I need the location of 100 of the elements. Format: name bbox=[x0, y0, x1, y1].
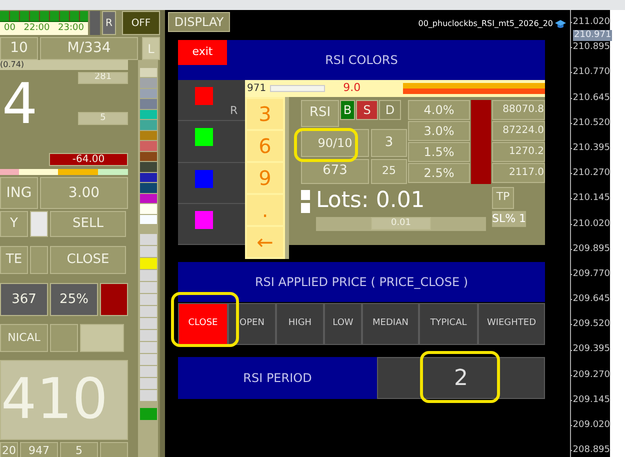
setting-value: 25 bbox=[371, 158, 407, 184]
period-value: 2 bbox=[377, 357, 545, 399]
tp-button[interactable]: TP bbox=[492, 186, 514, 208]
price-option-button[interactable]: CLOSE bbox=[178, 303, 228, 345]
time-label: 23:00 bbox=[58, 22, 84, 35]
r-button[interactable]: R bbox=[102, 11, 116, 35]
amount-value: 1270.2 bbox=[492, 142, 545, 162]
color-swatch[interactable] bbox=[140, 130, 157, 140]
tool-button[interactable] bbox=[140, 390, 157, 401]
slider-thumb[interactable]: 0.01 bbox=[371, 217, 431, 230]
tool-button[interactable] bbox=[140, 342, 157, 353]
exit-button[interactable]: exit bbox=[178, 40, 227, 65]
color-swatch[interactable] bbox=[140, 110, 157, 119]
time-label: 00 bbox=[4, 22, 16, 35]
tool-button[interactable] bbox=[140, 378, 157, 389]
toggle-button[interactable] bbox=[30, 211, 48, 237]
empty-button[interactable] bbox=[50, 324, 78, 352]
tag-icon[interactable] bbox=[140, 258, 157, 269]
account-field: M/334 bbox=[40, 37, 138, 60]
price-option-button[interactable]: HIGH bbox=[276, 303, 324, 345]
keypad-key[interactable]: 3 bbox=[247, 98, 283, 128]
price-display: 410 bbox=[0, 360, 128, 440]
color-swatch[interactable] bbox=[140, 152, 157, 161]
keypad-key[interactable]: 9 bbox=[247, 162, 283, 192]
indicator-label: RSI bbox=[301, 100, 339, 126]
color-swatch[interactable] bbox=[140, 183, 157, 192]
amount-value: 87224.0 bbox=[492, 120, 545, 140]
tool-button[interactable] bbox=[140, 354, 157, 365]
update-button[interactable]: TE bbox=[0, 246, 28, 274]
color-swatch[interactable] bbox=[140, 172, 157, 182]
tool-button[interactable] bbox=[140, 282, 157, 293]
color-swatch[interactable] bbox=[140, 162, 157, 172]
color-swatch[interactable] bbox=[140, 141, 157, 150]
color-swatch[interactable] bbox=[140, 120, 157, 130]
signal-tag[interactable]: B bbox=[340, 100, 355, 120]
empty-button[interactable] bbox=[80, 324, 124, 352]
display-button[interactable]: DISPLAY bbox=[168, 12, 230, 32]
keypad-key[interactable]: ← bbox=[247, 226, 283, 256]
off-button[interactable]: OFF bbox=[122, 11, 160, 35]
keypad-key[interactable]: . bbox=[247, 194, 283, 224]
account-field: 10 bbox=[0, 37, 38, 60]
amount-value: 88070.8 bbox=[492, 100, 545, 120]
info-value: 947 bbox=[20, 442, 58, 457]
color-swatch[interactable] bbox=[140, 78, 157, 88]
checkbox[interactable] bbox=[301, 202, 310, 212]
tool-button[interactable] bbox=[140, 330, 157, 341]
color-swatch[interactable] bbox=[195, 87, 213, 105]
count-badge: 5 bbox=[78, 112, 128, 125]
price-option-button[interactable]: WIEGHTED bbox=[478, 303, 545, 345]
checkbox[interactable] bbox=[301, 190, 310, 200]
setting-value: 9.0 bbox=[343, 80, 361, 96]
setting-value: 3 bbox=[371, 128, 407, 156]
stat-value: 25% bbox=[50, 283, 98, 316]
balance-value: 4 bbox=[1, 72, 38, 138]
color-swatch[interactable] bbox=[140, 204, 157, 214]
section-title: RSI APPLIED PRICE ( PRICE_CLOSE ) bbox=[178, 262, 545, 302]
signal-tag[interactable]: D bbox=[379, 100, 401, 120]
sell-button[interactable]: SELL bbox=[50, 211, 126, 237]
keypad-key[interactable]: 6 bbox=[247, 130, 283, 160]
price-label: 209.395 bbox=[571, 337, 610, 363]
color-swatch[interactable] bbox=[140, 99, 157, 108]
info-value: 20 bbox=[0, 442, 18, 457]
chart-title: 00_phuclockbs_RSI_mt5_2026_20 bbox=[418, 18, 553, 30]
close-button[interactable]: CLOSE bbox=[50, 246, 126, 274]
spacer-block bbox=[90, 11, 100, 35]
color-swatch[interactable] bbox=[140, 214, 157, 224]
price-option-button[interactable]: LOW bbox=[324, 303, 362, 345]
tool-button[interactable] bbox=[140, 306, 157, 317]
swatch-header bbox=[140, 68, 157, 77]
color-swatch[interactable] bbox=[140, 194, 157, 203]
price-label: 210.020 bbox=[571, 212, 610, 237]
side-label: R bbox=[230, 103, 238, 119]
color-swatch[interactable] bbox=[195, 170, 213, 188]
setting-value: 673 bbox=[301, 158, 369, 184]
tool-button[interactable] bbox=[140, 366, 157, 377]
price-label: 209.145 bbox=[571, 388, 610, 413]
color-swatch[interactable] bbox=[195, 210, 213, 229]
amount-value: 2117.0 bbox=[492, 162, 545, 182]
color-swatch[interactable] bbox=[195, 128, 213, 146]
tool-button[interactable] bbox=[140, 234, 157, 245]
annotation-outline bbox=[294, 128, 358, 162]
empty-button[interactable] bbox=[30, 246, 48, 274]
price-option-button[interactable]: OPEN bbox=[228, 303, 276, 345]
tool-button[interactable] bbox=[140, 246, 157, 257]
price-option-button[interactable]: TYPICAL bbox=[419, 303, 478, 345]
price-label: 208.895 bbox=[571, 438, 610, 457]
empty-button[interactable] bbox=[100, 442, 128, 457]
speaker-icon[interactable] bbox=[140, 408, 157, 420]
technical-button[interactable]: NICAL bbox=[0, 324, 48, 352]
tool-button[interactable] bbox=[140, 270, 157, 281]
lot-value: 3.00 bbox=[40, 177, 128, 209]
price-option-button[interactable]: MEDIAN bbox=[362, 303, 419, 345]
tool-button[interactable] bbox=[140, 318, 157, 329]
tool-button[interactable] bbox=[140, 294, 157, 305]
buy-button[interactable]: Y bbox=[0, 211, 28, 237]
color-swatch[interactable] bbox=[140, 88, 157, 98]
price-label: 209.270 bbox=[571, 362, 610, 388]
signal-tag[interactable]: S bbox=[356, 100, 378, 120]
info-value: 5 bbox=[60, 442, 98, 457]
price-label: 209.020 bbox=[571, 413, 610, 438]
